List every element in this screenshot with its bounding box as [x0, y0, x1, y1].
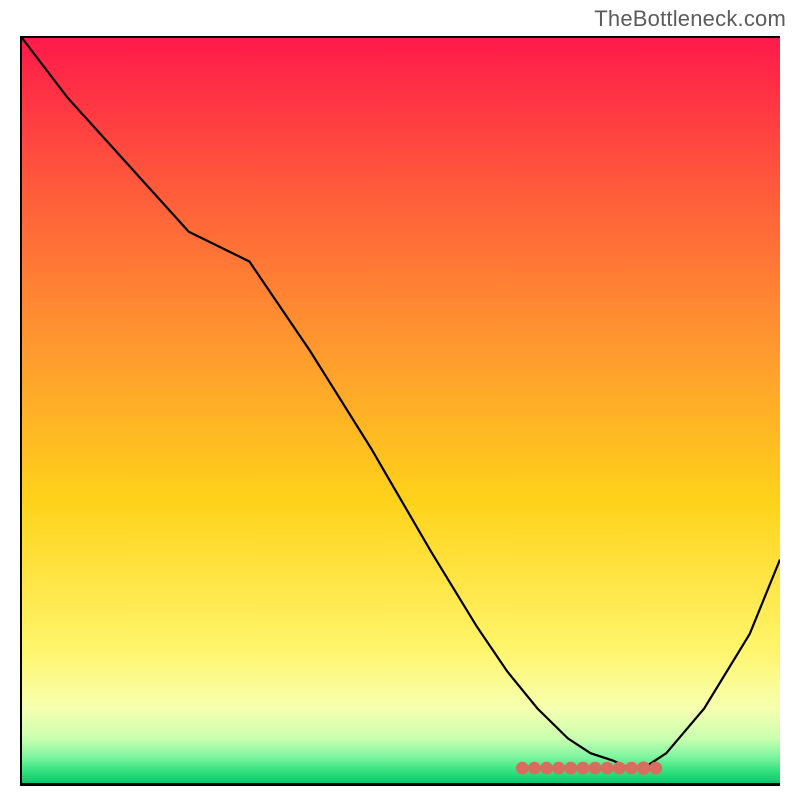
- sweet-spot-dot: [613, 762, 626, 775]
- gradient-fill: [22, 38, 780, 783]
- sweet-spot-dot: [564, 762, 577, 775]
- plot-area: [20, 36, 780, 786]
- sweet-spot-dot: [601, 762, 614, 775]
- watermark-text: TheBottleneck.com: [594, 6, 786, 32]
- sweet-spot-dot: [576, 762, 589, 775]
- chart-svg: [22, 38, 780, 783]
- chart-stage: TheBottleneck.com: [0, 0, 800, 800]
- sweet-spot-dot: [637, 761, 651, 774]
- sweet-spot-dot: [528, 762, 541, 775]
- sweet-spot-dot: [540, 762, 553, 775]
- sweet-spot-dot: [649, 762, 662, 775]
- sweet-spot-dot: [516, 762, 529, 775]
- sweet-spot-dot: [625, 762, 638, 775]
- sweet-spot-dot: [589, 762, 602, 775]
- sweet-spot-dot: [552, 762, 565, 775]
